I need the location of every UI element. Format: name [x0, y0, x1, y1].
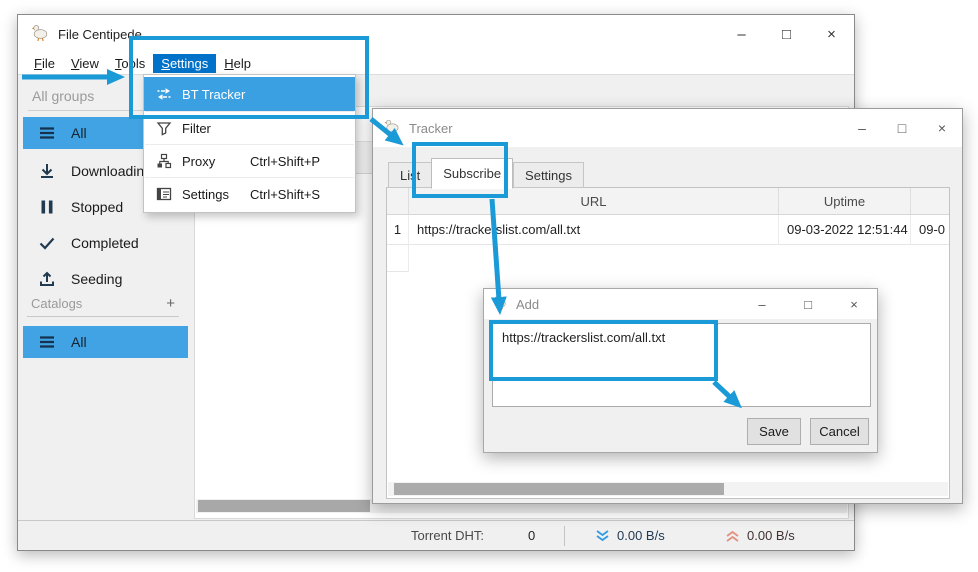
maximize-button[interactable]: □ [764, 15, 809, 53]
settings-dropdown-menu: BT Tracker Filter Proxy Ctrl+Shift+P Set… [143, 74, 356, 213]
column-header-label: URL [580, 194, 606, 209]
menu-help[interactable]: Help [216, 54, 259, 73]
download-chevron-icon [594, 529, 611, 546]
minimize-button[interactable]: – [842, 109, 882, 147]
minimize-button[interactable]: – [739, 289, 785, 319]
tab-list[interactable]: List [388, 162, 431, 188]
menu-tools[interactable]: Tools [107, 54, 153, 73]
filter-icon [156, 120, 172, 136]
dht-label: Torrent DHT: [411, 528, 484, 543]
tab-settings[interactable]: Settings [513, 162, 584, 188]
sidebar-item-label: All [71, 334, 87, 350]
upload-icon [37, 269, 57, 289]
menu-icon [37, 332, 57, 352]
upload-chevron-icon [724, 529, 741, 546]
app-goose-icon [383, 117, 401, 140]
dht-value: 0 [528, 528, 535, 543]
menu-item-label: Filter [182, 121, 211, 136]
table-row-url[interactable]: https://trackerslist.com/all.txt [409, 215, 779, 245]
download-icon [37, 161, 57, 181]
menu-item-bt-tracker[interactable]: BT Tracker [144, 77, 355, 111]
statusbar: Torrent DHT: 0 0.00 B/s 0.00 B/s [18, 520, 854, 550]
tab-label: List [400, 168, 420, 183]
menu-item-label: BT Tracker [182, 87, 245, 102]
add-dialog-title: Add [516, 297, 539, 312]
add-titlebar: Add – □ × [484, 289, 877, 319]
table-row-extra[interactable]: 09-0 [911, 215, 949, 245]
tab-subscribe[interactable]: Subscribe [431, 158, 513, 189]
column-header-num[interactable] [387, 188, 409, 215]
tracker-tabbar: List Subscribe Settings [388, 155, 584, 188]
menu-file[interactable]: File [26, 54, 63, 73]
menu-settings[interactable]: Settings [153, 54, 216, 73]
check-icon [37, 233, 57, 253]
sidebar-item-label: Downloading [71, 163, 152, 179]
tracker-titlebar: Tracker – □ × [373, 109, 962, 147]
scrollbar-thumb[interactable] [198, 500, 370, 512]
maximize-button[interactable]: □ [882, 109, 922, 147]
empty-row-cell [387, 245, 409, 272]
catalogs-label: Catalogs [31, 296, 82, 311]
column-header-url[interactable]: URL [409, 188, 779, 215]
app-goose-icon [492, 294, 508, 315]
menu-icon [37, 123, 57, 143]
close-button[interactable]: × [831, 289, 877, 319]
save-button[interactable]: Save [747, 418, 801, 445]
minimize-button[interactable]: – [719, 15, 764, 53]
menu-view[interactable]: View [63, 54, 107, 73]
sidebar-item-label: Completed [71, 235, 139, 251]
main-window-title: File Centipede [58, 27, 142, 42]
add-dialog: Add – □ × https://trackerslist.com/all.t… [483, 288, 878, 453]
menu-item-label: Proxy [182, 154, 215, 169]
tab-label: Settings [525, 168, 572, 183]
table-row-num: 1 [387, 215, 409, 245]
menubar: File View Tools Settings Help [18, 53, 854, 75]
table-row-uptime[interactable]: 09-03-2022 12:51:44 [779, 215, 911, 245]
menu-item-shortcut: Ctrl+Shift+P [250, 154, 320, 169]
main-titlebar: File Centipede – □ × [18, 15, 854, 53]
column-header-label: Uptime [824, 194, 865, 209]
sidebar-catalog-all[interactable]: All [23, 326, 188, 358]
settings-icon [156, 186, 172, 202]
sidebar-item-label: Seeding [71, 271, 122, 287]
proxy-icon [156, 153, 172, 169]
close-button[interactable]: × [809, 15, 854, 53]
sidebar-item-seeding[interactable]: Seeding [23, 263, 188, 295]
sidebar-item-completed[interactable]: Completed [23, 227, 188, 259]
menu-item-settings[interactable]: Settings Ctrl+Shift+S [144, 178, 355, 210]
add-catalog-button[interactable]: + [166, 295, 175, 312]
column-header-extra[interactable] [911, 188, 949, 215]
cancel-button[interactable]: Cancel [810, 418, 869, 445]
sidebar-item-label: Stopped [71, 199, 123, 215]
menu-item-label: Settings [182, 187, 229, 202]
maximize-button[interactable]: □ [785, 289, 831, 319]
tracker-dialog-title: Tracker [409, 121, 453, 136]
close-button[interactable]: × [922, 109, 962, 147]
menu-item-filter[interactable]: Filter [144, 112, 355, 144]
statusbar-divider [564, 526, 565, 546]
url-textarea[interactable]: https://trackerslist.com/all.txt [492, 323, 871, 407]
scrollbar-thumb[interactable] [394, 483, 724, 495]
app-goose-icon [30, 22, 50, 47]
sidebar-item-label: All [71, 125, 87, 141]
menu-item-proxy[interactable]: Proxy Ctrl+Shift+P [144, 145, 355, 177]
bt-tracker-icon [156, 86, 172, 102]
menu-item-shortcut: Ctrl+Shift+S [250, 187, 320, 202]
column-header-uptime[interactable]: Uptime [779, 188, 911, 215]
catalogs-header: Catalogs + [27, 295, 179, 317]
pause-icon [37, 197, 57, 217]
upload-rate: 0.00 B/s [747, 528, 795, 543]
tracker-hscrollbar[interactable] [388, 482, 948, 496]
download-rate: 0.00 B/s [617, 528, 665, 543]
tab-label: Subscribe [443, 166, 501, 181]
